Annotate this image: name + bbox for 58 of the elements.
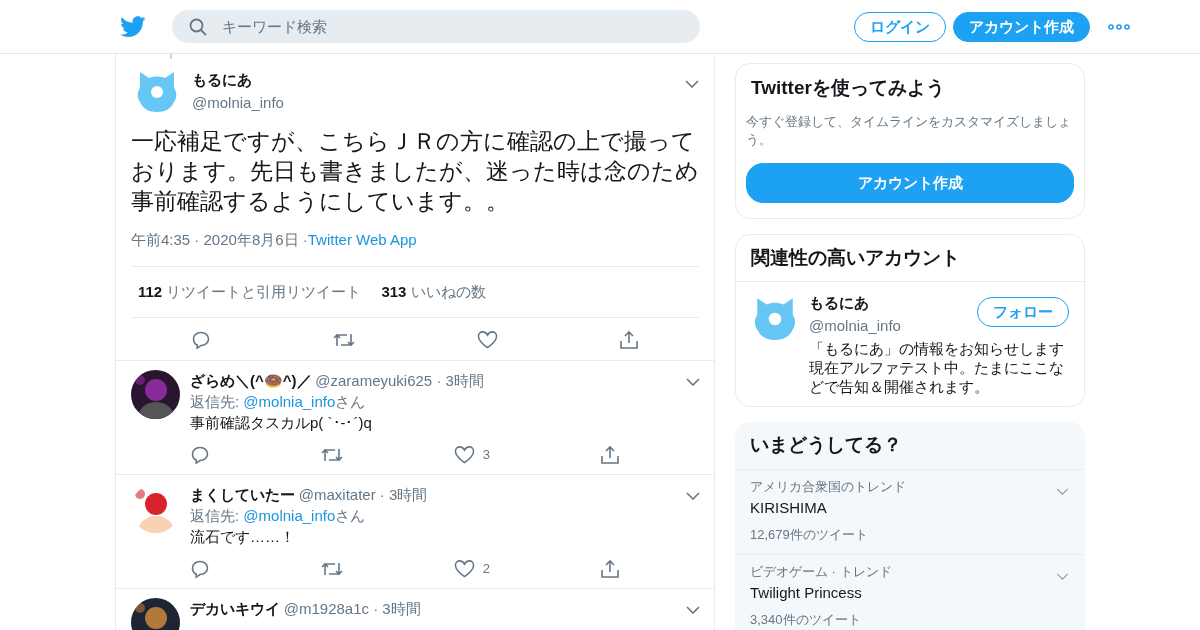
like-count: 3 — [482, 446, 491, 464]
stat-text: 313 いいねの数 — [381, 281, 486, 302]
heart-icon[interactable] — [453, 445, 475, 465]
like-count: 2 — [482, 560, 491, 578]
mention-link[interactable]: @molnia_info — [243, 393, 336, 410]
chevron-down-icon[interactable] — [1056, 488, 1069, 496]
chevron-down-icon[interactable] — [686, 378, 700, 387]
source-link[interactable]: Twitter Web App — [307, 229, 417, 252]
card-title: 関連性の高いアカウント — [736, 234, 1084, 282]
reply-meta: @m1928a1c · 3時間 — [283, 599, 421, 619]
share-icon[interactable] — [600, 445, 620, 465]
reply-text: 流石です……！ — [190, 527, 296, 547]
share-icon[interactable] — [618, 330, 639, 350]
card-title: Twitterを使ってみよう — [750, 76, 946, 100]
trend-topic: Twilight Princess — [750, 582, 863, 603]
user-handle: @molnia_info — [809, 315, 901, 336]
mention-link[interactable]: @molnia_info — [243, 507, 336, 524]
trend-context: アメリカ合衆国のトレンド — [750, 477, 906, 496]
chevron-down-icon[interactable] — [685, 80, 699, 89]
tweet-text: 一応補足ですが、こちらＪＲの方に確認の上で撮っております。先日も書きましたが、迷った時は念のため事前確認するようにしています。。 — [131, 127, 699, 216]
reply-icon[interactable] — [190, 445, 210, 465]
chevron-down-icon[interactable] — [1056, 573, 1069, 581]
follow-button[interactable]: フォロー — [977, 297, 1069, 327]
account-bio: 「もるにあ」の情報をお知らせします現在アルファテスト中。たまにここなどで告知＆開催されます。 — [809, 339, 1065, 396]
user-name: もるにあ — [809, 293, 870, 313]
user-handle: @molnia_info — [192, 92, 284, 113]
reply-text: 事前確認タスカルp( `･-･´)q — [190, 413, 373, 433]
signup-button[interactable]: アカウント作成 — [746, 162, 1074, 203]
search-field[interactable]: キーワード検索 — [172, 10, 700, 43]
user-name: もるにあ — [192, 70, 253, 90]
tweet-count: 3,340件のツイート — [750, 611, 862, 629]
reply-meta: @zarameyuki625 · 3時間 — [315, 371, 484, 391]
reply-meta: @maxitater · 3時間 — [298, 485, 428, 505]
share-icon[interactable] — [600, 559, 620, 579]
card-title: いまどうしてる？ — [735, 422, 1085, 470]
reply-to-text: 返信先: @molnia_infoさん — [190, 506, 367, 526]
heart-icon[interactable] — [476, 330, 498, 350]
card-text: 今すぐ登録して、タイムラインをカスタマイズしましょう。 — [746, 112, 1072, 149]
bird-logo[interactable] — [120, 15, 146, 38]
user-name: ざらめ＼(^🍩^)／ — [190, 371, 312, 391]
user-name: まくしていたー — [190, 485, 295, 505]
tweet-time: 午前4:35 · 2020年8月6日 · — [131, 230, 308, 250]
trend-context: ビデオゲーム · トレンド — [750, 562, 892, 581]
trend-item[interactable]: アメリカ合衆国のトレンド KIRISHIMA 12,679件のツイート — [735, 469, 1085, 555]
login-button[interactable]: ログイン — [853, 11, 946, 42]
tweet-count: 12,679件のツイート — [750, 526, 869, 544]
user-name: デカいキウイ — [190, 599, 280, 619]
reply-icon[interactable] — [190, 559, 210, 579]
signup-button[interactable]: アカウント作成 — [953, 11, 1090, 42]
trend-topic: KIRISHIMA — [750, 497, 828, 518]
reply-to-text: 返信先: @molnia_infoさん — [190, 392, 367, 412]
more-icon[interactable] — [1108, 23, 1130, 30]
reply-icon[interactable] — [191, 330, 212, 350]
chevron-down-icon[interactable] — [686, 606, 700, 615]
trend-item[interactable]: ビデオゲーム · トレンド Twilight Princess 3,340件のツイート — [735, 554, 1085, 630]
chevron-down-icon[interactable] — [686, 492, 700, 501]
heart-icon[interactable] — [453, 559, 475, 579]
stat-text: 112 リツイートと引用リツイート — [138, 281, 362, 302]
